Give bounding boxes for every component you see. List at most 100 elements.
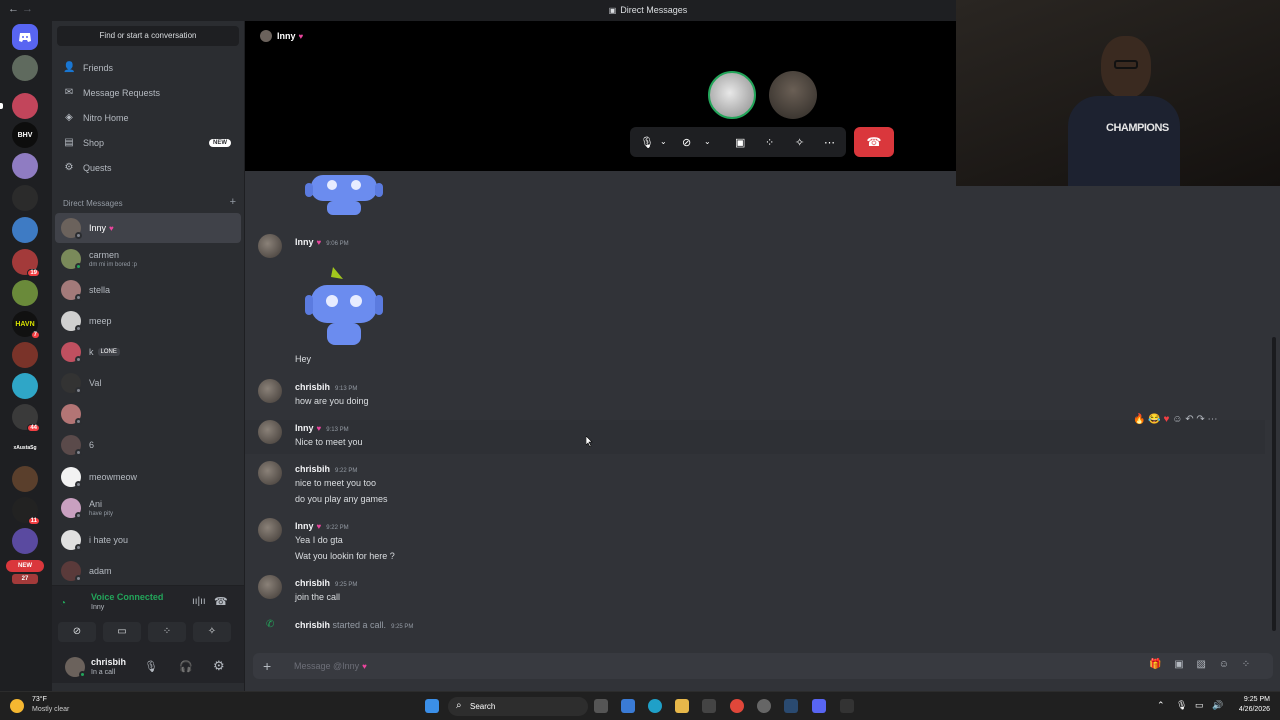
message-author[interactable]: chrisbih 9:25 PM	[295, 578, 357, 588]
activities-icon[interactable]: ⁘	[765, 136, 774, 149]
chevron-up-icon[interactable]: ⌃	[1157, 700, 1165, 711]
copilot-icon[interactable]	[621, 699, 635, 713]
message-author[interactable]: Inny ♥ 9:22 PM	[295, 521, 349, 531]
server-icon[interactable]	[12, 280, 38, 306]
noise-suppression-icon[interactable]: ıı|ıı	[192, 596, 206, 607]
server-icon[interactable]	[12, 93, 38, 119]
weather-desc[interactable]: Mostly clear	[32, 706, 69, 713]
server-icon[interactable]	[12, 342, 38, 368]
nav-nitro-home[interactable]: ◈ Nitro Home	[55, 106, 241, 130]
server-icon[interactable]	[12, 528, 38, 554]
more-icon[interactable]: ⋯	[824, 136, 835, 149]
apps-icon[interactable]: ⁘	[1242, 659, 1250, 670]
voice-channel[interactable]: Inny	[91, 604, 104, 611]
epic-games-icon[interactable]	[840, 699, 854, 713]
search-input[interactable]: Find or start a conversation	[57, 26, 239, 46]
windows-start-icon[interactable]	[425, 699, 439, 713]
task-view-icon[interactable]	[594, 699, 608, 713]
gif-icon[interactable]: ▣	[1174, 659, 1183, 670]
dm-item[interactable]: Val	[55, 368, 241, 398]
edge-icon[interactable]	[648, 699, 662, 713]
file-explorer-icon[interactable]	[675, 699, 689, 713]
soundboard-icon[interactable]: ✧	[795, 136, 804, 149]
chevron-down-icon[interactable]: ⌄	[660, 137, 667, 146]
system-author[interactable]: chrisbih	[295, 620, 330, 630]
microphone-icon[interactable]: 🎙	[144, 660, 158, 673]
nav-shop[interactable]: ▤ Shop NEW	[55, 131, 241, 155]
message-author[interactable]: Inny ♥ 9:06 PM	[295, 237, 349, 247]
gift-icon[interactable]: 🎁	[1149, 659, 1161, 670]
server-icon[interactable]: BHV	[12, 122, 38, 148]
server-icon[interactable]	[12, 185, 38, 211]
reaction-icon[interactable]: 🔥	[1133, 414, 1145, 425]
reaction-icon[interactable]: ♥	[1163, 414, 1169, 425]
avatar[interactable]	[258, 518, 282, 542]
store-icon[interactable]	[702, 699, 716, 713]
new-servers-badge[interactable]: NEW	[6, 560, 44, 572]
settings-gear-icon[interactable]: ⚙	[213, 658, 225, 674]
display-icon[interactable]: ▭	[1195, 700, 1204, 711]
message-author[interactable]: Inny ♥ 9:13 PM	[295, 423, 349, 433]
microphone-icon[interactable]: 🎙	[1176, 700, 1187, 711]
server-icon[interactable]	[12, 466, 38, 492]
disconnect-icon[interactable]: ☎	[214, 595, 228, 608]
avatar[interactable]	[65, 657, 86, 678]
add-attachment-icon[interactable]: +	[263, 658, 271, 674]
add-reaction-icon[interactable]: ☺	[1172, 414, 1182, 425]
server-icon[interactable]: xAustaSg	[12, 435, 38, 461]
camera-off-button[interactable]: ⊘	[58, 622, 96, 642]
dm-item[interactable]: Ani have pity	[55, 493, 241, 523]
message-author[interactable]: chrisbih 9:22 PM	[295, 464, 357, 474]
create-dm-plus-icon[interactable]: +	[230, 196, 236, 208]
soundboard-button[interactable]: ✧	[193, 622, 231, 642]
microphone-icon[interactable]: 🎙	[640, 136, 654, 149]
activities-button[interactable]: ⁘	[148, 622, 186, 642]
weather-temp[interactable]: 73°F	[32, 696, 47, 703]
dm-item[interactable]: carmen dm mi im bored :p	[55, 244, 241, 274]
dm-item[interactable]: meowmeow	[55, 462, 241, 492]
taskbar-search[interactable]: ⌕ Search	[448, 697, 588, 716]
message-author[interactable]: chrisbih 9:13 PM	[295, 382, 357, 392]
avatar[interactable]	[258, 234, 282, 258]
clock-date[interactable]: 4/26/2026	[1226, 706, 1270, 713]
server-icon[interactable]: 11	[12, 497, 40, 525]
chrome-icon[interactable]	[730, 699, 744, 713]
dm-item[interactable]: Inny ♥	[55, 213, 241, 243]
participant-avatar[interactable]	[769, 71, 817, 119]
server-icon[interactable]: 27	[12, 574, 38, 584]
server-icon[interactable]: 19	[12, 249, 40, 277]
emoji-icon[interactable]: ☺	[1219, 659, 1229, 670]
server-icon[interactable]: 44	[12, 404, 40, 432]
dm-item[interactable]: stella	[55, 275, 241, 305]
reaction-icon[interactable]: 😂	[1148, 414, 1160, 425]
reply-icon[interactable]: ↶	[1185, 414, 1193, 425]
clock-time[interactable]: 9:25 PM	[1226, 696, 1270, 703]
headphones-icon[interactable]: 🎧	[179, 660, 193, 673]
server-icon[interactable]	[12, 153, 38, 179]
screen-share-icon[interactable]: ▣	[735, 136, 745, 149]
call-header-name[interactable]: Inny ♥	[277, 31, 303, 41]
avatar[interactable]	[258, 420, 282, 444]
chevron-down-icon[interactable]: ⌄	[704, 137, 711, 146]
dm-item[interactable]: adam	[55, 556, 241, 586]
steam-icon[interactable]	[784, 699, 798, 713]
dm-item[interactable]: meep	[55, 306, 241, 336]
camera-off-icon[interactable]: ⊘	[682, 136, 691, 149]
avatar[interactable]	[258, 461, 282, 485]
volume-icon[interactable]: 🔊	[1212, 700, 1223, 711]
dm-item[interactable]: i hate you	[55, 525, 241, 555]
server-icon[interactable]	[12, 55, 38, 81]
server-icon[interactable]	[12, 373, 38, 399]
discord-home-icon[interactable]	[12, 24, 38, 50]
hangup-button[interactable]: ☎	[854, 127, 894, 157]
avatar[interactable]	[258, 379, 282, 403]
message-input[interactable]: Message @Inny ♥	[294, 661, 367, 671]
forward-icon[interactable]: ↷	[1196, 414, 1204, 425]
avatar[interactable]	[258, 575, 282, 599]
participant-avatar-speaking[interactable]	[708, 71, 756, 119]
sticker-icon[interactable]: ▧	[1196, 659, 1205, 670]
dm-item[interactable]	[55, 399, 241, 429]
dm-item[interactable]: k LONE	[55, 337, 241, 367]
app-icon[interactable]	[757, 699, 771, 713]
dm-item[interactable]: 6	[55, 430, 241, 460]
